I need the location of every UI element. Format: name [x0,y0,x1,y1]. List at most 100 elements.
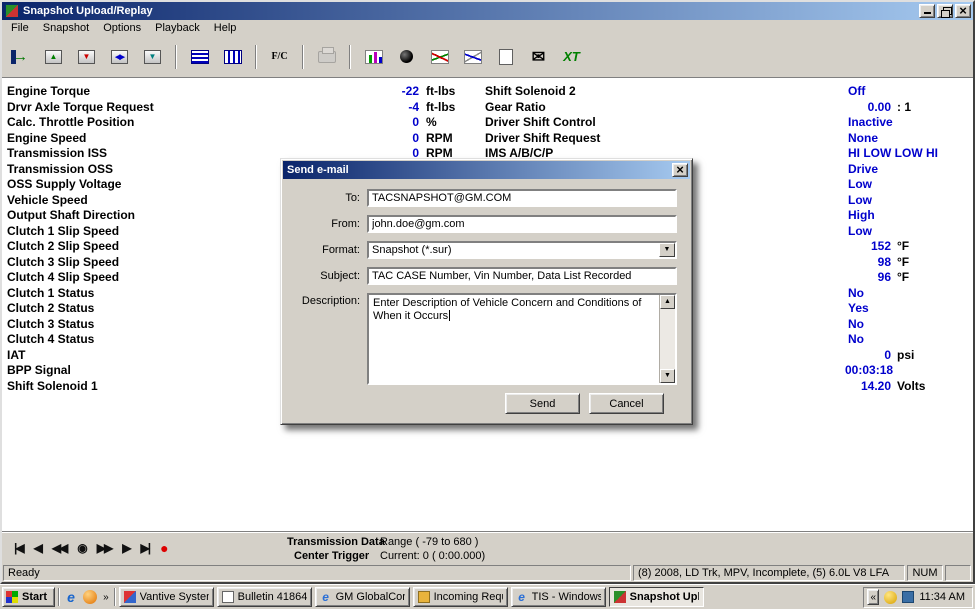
param-label: Engine Torque [7,84,90,99]
exit-button[interactable] [7,43,34,71]
new-page-button[interactable] [492,43,519,71]
param-value-2: 98 [845,255,891,270]
playback-trigger-label: Center Trigger [294,550,369,562]
param-unit: % [426,115,437,130]
param-value-2: Low [848,193,872,208]
print-icon [318,51,336,63]
param-value: -22 [327,84,419,99]
fast-forward-button[interactable]: ▶▶ [97,541,111,555]
xt-button[interactable]: XT [558,43,585,71]
step-forward-button[interactable]: ▶ [122,541,129,555]
tray-icon-1[interactable] [884,591,897,604]
bar-chart-button[interactable] [360,43,387,71]
email-button[interactable] [525,43,552,71]
device-sync-button[interactable] [139,43,166,71]
param-value-2-wrap: Low [845,224,872,239]
tray-collapse-chevron[interactable]: « [867,589,879,605]
start-button[interactable]: Start [2,587,55,607]
param-value-2: No [848,332,864,347]
launch-app-icon[interactable] [82,589,98,605]
ie-quicklaunch-icon[interactable] [63,589,79,605]
window-titlebar[interactable]: Snapshot Upload/Replay [2,2,973,20]
param-unit-2: °F [897,270,909,285]
from-label: From: [296,218,360,230]
playback-data-label: Transmission Data [287,536,385,548]
task-label: Vantive System -... [140,591,209,603]
menu-help[interactable]: Help [207,21,244,35]
param-value-2-wrap: 14.20Volts [845,379,925,394]
strip-chart-button[interactable] [426,43,453,71]
ie-task-icon [320,591,332,603]
playback-buttons: |◀◀◀◀◉▶▶▶▶|● [14,540,169,556]
task-button[interactable]: Snapshot Uplo... [609,587,704,607]
param-unit-2: °F [897,255,909,270]
task-button[interactable]: TIS - Windows In... [511,587,606,607]
column-view-button[interactable] [219,43,246,71]
tray-icon-2[interactable] [902,591,914,603]
skip-start-button[interactable]: |◀ [14,541,23,555]
scroll-down-icon[interactable]: ▼ [660,369,675,383]
task-label: Snapshot Uplo... [630,591,699,603]
format-dropdown[interactable]: Snapshot (*.sur) ▼ [367,241,677,259]
param-value-2-wrap: 152°F [845,239,909,254]
temp-units-button[interactable]: F/C [266,43,293,71]
task-button[interactable]: Incoming Reques... [413,587,508,607]
param-label: Engine Speed [7,131,86,146]
device-upload-button[interactable] [40,43,67,71]
param-value-2-wrap: 00:03:18 [845,363,891,378]
menu-snapshot[interactable]: Snapshot [36,21,96,35]
quicklaunch-overflow-chevron[interactable]: » [101,592,111,603]
record-button[interactable]: ● [160,540,168,556]
task-button[interactable]: GM GlobalConnec... [315,587,410,607]
to-field[interactable] [367,189,677,207]
param-value-2-wrap: Inactive [845,115,893,130]
param-label: Clutch 1 Slip Speed [7,224,119,239]
graph-view-button[interactable] [459,43,486,71]
scroll-up-icon[interactable]: ▲ [660,295,675,309]
toolbar-separator [302,45,304,69]
param-label: BPP Signal [7,363,71,378]
taskbar-clock: 11:34 AM [919,591,965,603]
from-field[interactable] [367,215,677,233]
description-field[interactable]: Enter Description of Vehicle Concern and… [367,293,677,385]
task-button[interactable]: Bulletin 41864 in ... [217,587,312,607]
task-label: TIS - Windows In... [532,591,601,603]
status-ready: Ready [3,565,631,581]
param-value-2-wrap: 0psi [845,348,914,363]
skip-end-button[interactable]: ▶| [140,541,149,555]
param-value-2: None [848,131,878,146]
step-back-button[interactable]: ◀ [34,541,41,555]
close-button[interactable] [955,4,971,18]
menu-playback[interactable]: Playback [148,21,207,35]
center-trigger-button[interactable]: ◉ [77,541,85,555]
cancel-button[interactable]: Cancel [589,393,664,414]
param-value-2: 96 [845,270,891,285]
to-label: To: [296,192,360,204]
menu-options[interactable]: Options [96,21,148,35]
menu-file[interactable]: File [4,21,36,35]
format-label: Format: [296,244,360,256]
dialog-close-button[interactable] [672,163,688,177]
inbox-task-icon [418,591,430,603]
task-button[interactable]: Vantive System -... [119,587,214,607]
chevron-down-icon[interactable]: ▼ [659,243,675,257]
param-label: Clutch 4 Slip Speed [7,270,119,285]
restore-button[interactable] [937,4,953,18]
rewind-button[interactable]: ◀◀ [52,541,66,555]
print-button [313,43,340,71]
bomb-button[interactable] [393,43,420,71]
param-value-2: Inactive [848,115,893,130]
device-transfer-button[interactable] [106,43,133,71]
device-download-button[interactable] [73,43,100,71]
param-label: Output Shaft Direction [7,208,135,223]
minimize-button[interactable] [919,4,935,18]
subject-field[interactable] [367,267,677,285]
param-label-2: Driver Shift Control [485,115,596,130]
send-button[interactable]: Send [505,393,580,414]
document-task-icon [222,591,234,603]
param-label: Clutch 2 Slip Speed [7,239,119,254]
dialog-titlebar[interactable]: Send e-mail [283,161,690,179]
data-list-button[interactable] [186,43,213,71]
description-scrollbar[interactable]: ▲ ▼ [659,295,675,383]
taskbar-divider [58,588,60,606]
